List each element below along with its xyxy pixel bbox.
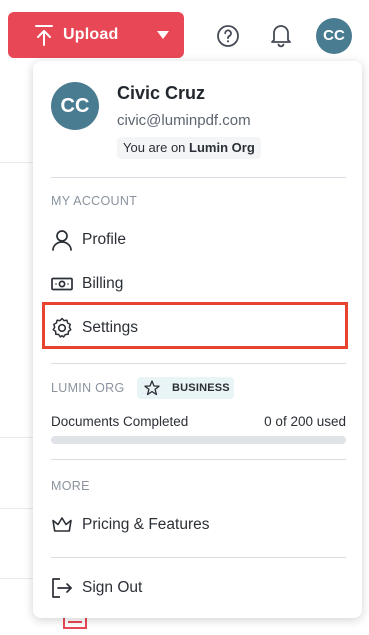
menu-item-label: Pricing & Features [82, 516, 210, 533]
org-prefix: You are on [123, 140, 186, 155]
org-name: Lumin Org [189, 140, 255, 155]
settings-highlight-box [42, 302, 348, 349]
user-icon [52, 230, 72, 251]
help-icon[interactable] [216, 24, 240, 48]
business-badge-label: BUSINESS [172, 382, 230, 394]
documents-progress-bar [51, 436, 346, 444]
account-dropdown-menu: CC Civic Cruz civic@luminpdf.com You are… [33, 61, 362, 618]
background-divider [0, 437, 34, 438]
divider [51, 177, 346, 178]
section-title-more: MORE [51, 479, 90, 493]
menu-item-pricing[interactable]: Pricing & Features [51, 507, 346, 543]
background-divider [0, 578, 34, 579]
business-plan-badge: BUSINESS [137, 377, 234, 399]
menu-item-billing[interactable]: Billing [51, 266, 346, 302]
documents-count: 0 of 200 used [264, 414, 346, 429]
banknote-icon [51, 277, 73, 291]
menu-item-label: Sign Out [82, 579, 143, 596]
background-divider [0, 508, 34, 509]
account-avatar: CC [51, 82, 99, 130]
chevron-down-icon[interactable] [156, 30, 170, 40]
menu-item-profile[interactable]: Profile [51, 222, 346, 258]
menu-item-signout[interactable]: Sign Out [51, 570, 346, 606]
upload-button[interactable]: Upload [8, 12, 184, 58]
bell-icon[interactable] [269, 22, 293, 48]
top-bar: Upload CC [0, 0, 369, 70]
divider [51, 459, 346, 460]
documents-completed-label: Documents Completed [51, 414, 189, 429]
section-title-my-account: MY ACCOUNT [51, 194, 138, 208]
avatar[interactable]: CC [316, 18, 352, 54]
section-title-org: LUMIN ORG [51, 381, 125, 395]
divider [51, 363, 346, 364]
background-divider [0, 162, 34, 163]
current-org-pill: You are on Lumin Org [117, 137, 261, 159]
sign-out-icon [52, 578, 72, 598]
menu-item-label: Billing [82, 275, 124, 292]
menu-item-label: Profile [82, 231, 126, 248]
star-icon [144, 380, 160, 396]
upload-icon [35, 25, 53, 46]
crown-icon [52, 517, 72, 532]
user-name: Civic Cruz [117, 83, 206, 103]
user-email: civic@luminpdf.com [117, 112, 251, 129]
upload-button-label: Upload [63, 26, 119, 43]
divider [51, 557, 346, 558]
